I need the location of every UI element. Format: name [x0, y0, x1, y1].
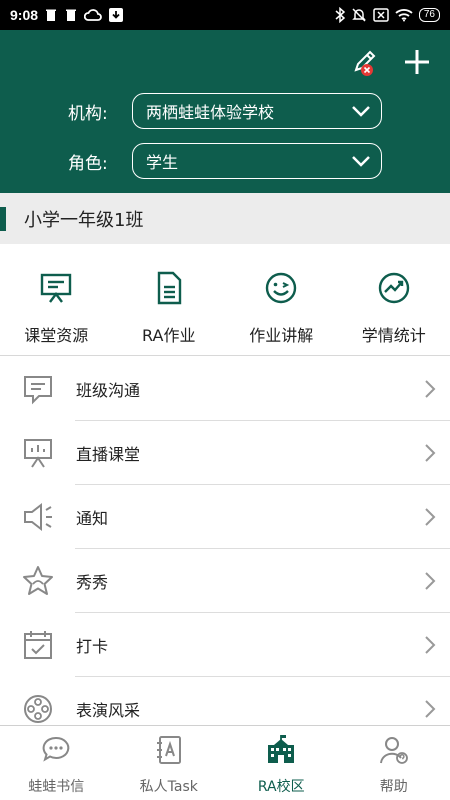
- menu-label: 表演风采: [76, 701, 141, 720]
- nav-label: 私人Task: [139, 779, 198, 795]
- status-right: 76: [335, 7, 440, 23]
- bluetooth-icon: [335, 7, 345, 23]
- battery-indicator: 76: [418, 8, 440, 22]
- chevron-right-icon: [410, 699, 450, 719]
- quick-label: 学情统计: [361, 326, 426, 345]
- download-icon: [108, 7, 124, 23]
- trash-icon: [64, 8, 78, 22]
- quick-label: 作业讲解: [249, 326, 314, 345]
- menu-list: 班级沟通 直播课堂 通知 秀秀 打卡 表演风采: [0, 357, 450, 725]
- speaker-icon: [0, 500, 76, 534]
- role-row: 角色: 学生: [0, 143, 382, 179]
- quick-actions: 课堂资源 RA作业 作业讲解 学情统计: [0, 244, 450, 356]
- chevron-right-icon: [410, 507, 450, 527]
- chat-bubble-icon: [0, 372, 76, 406]
- nav-label: 蛙蛙书信: [28, 779, 85, 795]
- star-icon: [0, 564, 76, 598]
- quick-item-homework-explain[interactable]: 作业讲解: [225, 244, 338, 355]
- menu-label: 通知: [76, 509, 109, 528]
- menu-item-live-class[interactable]: 直播课堂: [0, 421, 450, 485]
- trend-chart-icon: [378, 272, 409, 304]
- chevron-right-icon: [410, 379, 450, 399]
- nav-item-help[interactable]: 帮助: [338, 726, 450, 800]
- document-icon: [157, 271, 181, 305]
- edit-button[interactable]: [350, 46, 382, 78]
- live-board-icon: [0, 436, 76, 470]
- status-left: 9:08: [10, 7, 124, 23]
- trash-icon: [44, 8, 58, 22]
- menu-item-showcase[interactable]: 秀秀: [0, 549, 450, 613]
- menu-item-class-chat[interactable]: 班级沟通: [0, 357, 450, 421]
- cloud-icon: [84, 8, 102, 22]
- nav-item-ra-campus[interactable]: RA校区: [225, 726, 338, 800]
- org-label: 机构:: [68, 103, 108, 124]
- chevron-down-icon: [352, 106, 370, 117]
- org-value: 两栖蛙蛙体验学校: [146, 103, 275, 122]
- role-label: 角色:: [68, 153, 108, 174]
- school-icon: [268, 735, 295, 763]
- class-accent-bar: [0, 206, 6, 231]
- chevron-right-icon: [410, 571, 450, 591]
- chat-icon: [42, 736, 70, 762]
- wifi-icon: [395, 8, 413, 22]
- film-reel-icon: [0, 692, 76, 725]
- header: 机构: 两栖蛙蛙体验学校 角色: 学生: [0, 30, 450, 193]
- nav-item-letters[interactable]: 蛙蛙书信: [0, 726, 113, 800]
- nav-item-private-task[interactable]: 私人Task: [113, 726, 226, 800]
- quick-item-learning-stats[interactable]: 学情统计: [338, 244, 450, 355]
- nav-label: RA校区: [257, 779, 305, 795]
- presentation-board-icon: [41, 273, 72, 303]
- menu-item-notice[interactable]: 通知: [0, 485, 450, 549]
- add-button[interactable]: [402, 47, 432, 77]
- status-time: 9:08: [10, 7, 39, 23]
- quick-label: 课堂资源: [24, 326, 89, 345]
- role-value: 学生: [146, 153, 179, 172]
- menu-item-checkin[interactable]: 打卡: [0, 613, 450, 677]
- status-bar: 9:08 76: [0, 0, 450, 30]
- bell-off-icon: [351, 7, 367, 23]
- pencil-icon: [354, 50, 376, 76]
- quick-label: RA作业: [142, 326, 196, 345]
- header-actions: [350, 46, 432, 78]
- nav-label: 帮助: [379, 779, 408, 795]
- plus-icon: [405, 50, 429, 74]
- org-row: 机构: 两栖蛙蛙体验学校: [0, 93, 382, 129]
- chevron-right-icon: [410, 443, 450, 463]
- class-title: 小学一年级1班: [24, 209, 144, 231]
- menu-label: 班级沟通: [76, 381, 141, 400]
- notebook-icon: [156, 736, 181, 764]
- wink-face-icon: [266, 272, 297, 304]
- quick-item-class-resources[interactable]: 课堂资源: [0, 244, 113, 355]
- class-bar[interactable]: 小学一年级1班: [0, 193, 450, 244]
- menu-label: 秀秀: [76, 573, 109, 592]
- quick-item-ra-homework[interactable]: RA作业: [113, 244, 226, 355]
- chevron-right-icon: [410, 635, 450, 655]
- menu-item-performance[interactable]: 表演风采: [0, 677, 450, 725]
- chevron-down-icon: [352, 156, 370, 167]
- calendar-check-icon: [0, 628, 76, 662]
- help-user-icon: [379, 737, 408, 764]
- menu-label: 直播课堂: [76, 445, 141, 464]
- menu-label: 打卡: [76, 637, 109, 656]
- role-select[interactable]: 学生: [132, 143, 382, 179]
- bottom-nav: 蛙蛙书信 私人Task RA校区 帮助: [0, 725, 450, 800]
- no-sim-icon: [373, 8, 389, 22]
- org-select[interactable]: 两栖蛙蛙体验学校: [132, 93, 382, 129]
